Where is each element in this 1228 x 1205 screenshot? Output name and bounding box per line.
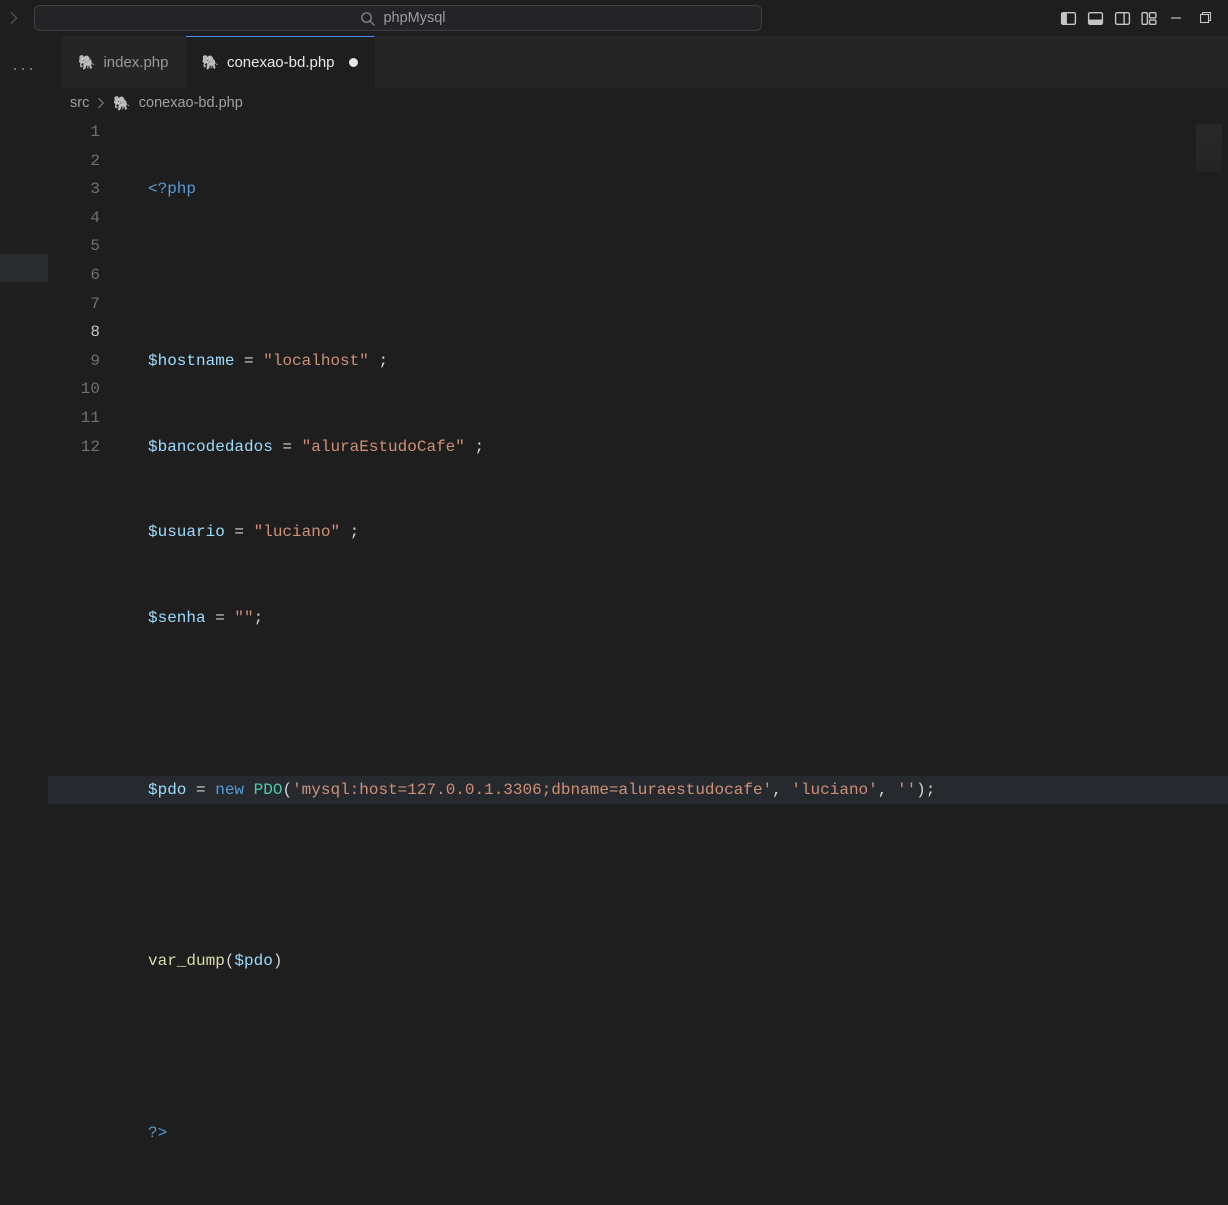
command-center-search[interactable]: phpMysql [34, 5, 762, 31]
line-number: 9 [48, 347, 100, 376]
tab-index-php[interactable]: 🐘 index.php [62, 36, 186, 88]
activity-bar: ··· [0, 36, 48, 669]
code-line[interactable] [148, 690, 1228, 719]
command-center-text: phpMysql [383, 10, 445, 26]
code-line[interactable]: $senha = ""; [148, 604, 1228, 633]
title-bar: phpMysql [0, 0, 1228, 36]
customize-layout-icon[interactable] [1141, 10, 1158, 27]
search-icon [360, 11, 375, 26]
sidebar-selection-highlight [0, 254, 48, 282]
minimize-button[interactable] [1170, 12, 1182, 24]
minimap[interactable] [1196, 124, 1222, 172]
line-number: 3 [48, 175, 100, 204]
toggle-secondary-sidebar-icon[interactable] [1114, 10, 1131, 27]
php-file-icon: 🐘 [202, 54, 219, 71]
line-number: 2 [48, 147, 100, 176]
code-line[interactable] [148, 261, 1228, 290]
code-line[interactable]: $hostname = "localhost" ; [148, 347, 1228, 376]
code-content[interactable]: <?php $hostname = "localhost" ; $bancode… [148, 118, 1228, 1205]
code-line[interactable] [148, 1033, 1228, 1062]
window-controls [1170, 12, 1228, 24]
tab-label: index.php [103, 54, 168, 71]
line-number: 12 [48, 433, 100, 462]
layout-controls [1060, 10, 1158, 27]
toggle-panel-icon[interactable] [1087, 10, 1104, 27]
maximize-restore-button[interactable] [1200, 12, 1212, 24]
code-line[interactable]: ?> [148, 1119, 1228, 1148]
code-editor[interactable]: 1 2 3 4 5 6 7 8 9 10 11 12 <?php $hostna… [48, 118, 1228, 669]
tab-conexao-bd-php[interactable]: 🐘 conexao-bd.php [186, 36, 375, 88]
code-line[interactable]: $bancodedados = "aluraEstudoCafe" ; [148, 433, 1228, 462]
line-number: 6 [48, 261, 100, 290]
line-number: 5 [48, 232, 100, 261]
line-number: 7 [48, 290, 100, 319]
code-line[interactable]: var_dump($pdo) [148, 947, 1228, 976]
more-actions-icon[interactable]: ··· [12, 58, 36, 79]
breadcrumb[interactable]: src 🐘 conexao-bd.php [48, 88, 1208, 118]
tab-label: conexao-bd.php [227, 54, 335, 71]
code-line[interactable]: <?php [148, 175, 1228, 204]
breadcrumb-folder[interactable]: src [70, 95, 89, 111]
unsaved-indicator-icon [349, 58, 358, 67]
php-file-icon: 🐘 [78, 54, 95, 71]
line-number: 4 [48, 204, 100, 233]
line-number: 10 [48, 375, 100, 404]
editor-tabs: 🐘 index.php 🐘 conexao-bd.php [48, 36, 1228, 88]
line-number: 1 [48, 118, 100, 147]
breadcrumb-file[interactable]: conexao-bd.php [139, 95, 243, 111]
toggle-primary-sidebar-icon[interactable] [1060, 10, 1077, 27]
line-number: 11 [48, 404, 100, 433]
chevron-right-icon [95, 97, 107, 109]
line-number-gutter: 1 2 3 4 5 6 7 8 9 10 11 12 [48, 118, 120, 669]
code-line[interactable] [148, 861, 1228, 890]
code-line-current[interactable]: $pdo = new PDO('mysql:host=127.0.0.1.330… [48, 776, 1228, 805]
nav-forward-icon[interactable] [0, 11, 28, 25]
code-line[interactable]: $usuario = "luciano" ; [148, 518, 1228, 547]
php-file-icon: 🐘 [113, 95, 130, 112]
tabs-empty-area[interactable] [375, 36, 1228, 88]
line-number: 8 [48, 318, 100, 347]
